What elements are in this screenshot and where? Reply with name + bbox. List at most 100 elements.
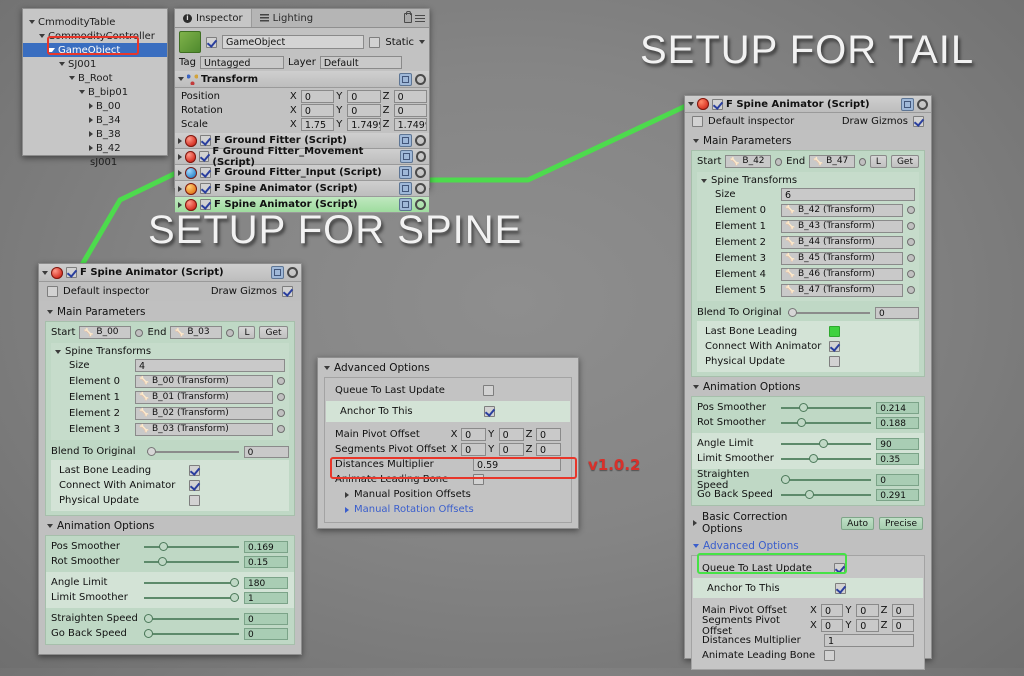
manual-rotation-offsets-foldout[interactable]: Manual Rotation Offsets: [335, 502, 561, 517]
layer-dropdown[interactable]: Default: [319, 56, 402, 69]
slider-row[interactable]: Pos Smoother 0.214: [697, 400, 919, 415]
static-dropdown-icon[interactable]: [419, 40, 425, 44]
toggle-checkbox[interactable]: [829, 356, 840, 367]
element-row[interactable]: Element 3 🦴 B_03 (Transform): [55, 421, 285, 437]
main-parameters-foldout[interactable]: Main Parameters: [691, 132, 925, 150]
toggle-row[interactable]: Physical Update: [705, 354, 911, 369]
size-field[interactable]: 4: [135, 358, 285, 372]
transform-fields[interactable]: Position X 0 Y 0 Z 0 Rotation X 0 Y 0 Z …: [175, 88, 429, 133]
element-field[interactable]: 🦴 B_00 (Transform): [135, 374, 273, 388]
blend-slider[interactable]: [146, 446, 239, 457]
transform-field-x[interactable]: 0: [300, 103, 335, 117]
slider-row[interactable]: Limit Smoother 0.35: [697, 451, 919, 466]
spine-inspector-toggle-row[interactable]: Default inspector Draw Gizmos: [39, 282, 301, 301]
slider-value-field[interactable]: 0.188: [876, 416, 919, 429]
slider-value-field[interactable]: 0.291: [876, 488, 919, 501]
spine-transforms-group[interactable]: Spine Transforms Size 6 Element 0 🦴 B_42…: [697, 172, 919, 301]
tab-inspector[interactable]: i Inspector: [175, 9, 252, 27]
anchor-row-group[interactable]: Anchor To This: [326, 401, 570, 422]
element-field[interactable]: 🦴 B_02 (Transform): [135, 406, 273, 420]
component-foldout-icon[interactable]: [178, 153, 182, 160]
hierarchy-item[interactable]: SJ001: [23, 57, 167, 71]
slider-row[interactable]: Angle Limit 90: [697, 436, 919, 451]
toggle-checkbox[interactable]: [189, 480, 200, 491]
animation-options-foldout-icon[interactable]: [47, 524, 53, 528]
slider-value-field[interactable]: 0: [876, 473, 919, 486]
spine-transforms-foldout[interactable]: Spine Transforms: [55, 346, 285, 357]
component-foldout-icon[interactable]: [178, 201, 182, 208]
l-button[interactable]: L: [869, 155, 887, 168]
slider-track[interactable]: [781, 438, 872, 449]
hierarchy-item[interactable]: B_00: [23, 99, 167, 113]
l-button[interactable]: L: [238, 326, 256, 339]
slider-row[interactable]: Angle Limit 180: [51, 575, 289, 590]
vector3-field-z[interactable]: 0: [536, 428, 562, 441]
manual-position-foldout-icon[interactable]: [345, 491, 349, 498]
slider-track[interactable]: [781, 402, 872, 413]
gear-icon[interactable]: [917, 98, 928, 110]
tail-panel-body[interactable]: Main Parameters Start 🦴 B_42 End 🦴 B_47 …: [685, 130, 931, 676]
component-preset-icon[interactable]: [399, 182, 412, 195]
toggle-checkbox[interactable]: [829, 341, 840, 352]
static-checkbox[interactable]: [369, 36, 381, 48]
spine-enabled-checkbox[interactable]: [66, 267, 77, 278]
slider-row[interactable]: Straighten Speed 0: [697, 469, 919, 491]
element-picker-icon[interactable]: [907, 206, 915, 214]
element-row[interactable]: Element 0 🦴 B_42 (Transform): [701, 202, 915, 218]
transform-row[interactable]: Scale X 1.75 Y 1.749999 Z 1.749999: [177, 117, 427, 131]
end-picker-icon[interactable]: [858, 157, 866, 166]
tail-draw-gizmos-checkbox[interactable]: [913, 116, 924, 127]
tail-anchor-group[interactable]: Anchor To This: [693, 578, 923, 598]
component-preset-icon[interactable]: [400, 150, 413, 163]
animation-options-group[interactable]: Pos Smoother 0.214 Rot Smoother 0.188 An…: [691, 396, 925, 506]
toggle-row[interactable]: Last Bone Leading: [59, 463, 281, 478]
spine-default-inspector-checkbox[interactable]: [47, 286, 58, 297]
slider-track[interactable]: [144, 592, 239, 603]
gear-icon[interactable]: [415, 73, 426, 85]
advanced-options-foldout[interactable]: Advanced Options: [318, 358, 578, 377]
hierarchy-item[interactable]: B_bip01: [23, 85, 167, 99]
vector3-row[interactable]: Segments Pivot Offset X 0 Y 0 Z 0: [335, 442, 562, 457]
hierarchy-list[interactable]: CmmodityTable CommodityController GameOb…: [23, 15, 167, 169]
gear-icon[interactable]: [415, 183, 426, 194]
size-row[interactable]: Size 4: [55, 357, 285, 373]
main-parameters-foldout-icon[interactable]: [47, 310, 53, 314]
element-picker-icon[interactable]: [277, 393, 285, 401]
hierarchy-foldout-icon[interactable]: [59, 62, 65, 66]
toggles-group[interactable]: Last Bone Leading Connect With Animator …: [51, 460, 289, 511]
element-picker-icon[interactable]: [907, 254, 915, 262]
element-picker-icon[interactable]: [907, 222, 915, 230]
precise-button[interactable]: Precise: [879, 516, 923, 530]
animation-options-foldout[interactable]: Animation Options: [45, 516, 295, 535]
vector3-field-x[interactable]: 0: [461, 428, 487, 441]
inspector-lock-menu[interactable]: [404, 9, 429, 27]
slider-track[interactable]: [781, 417, 872, 428]
slider-value-field[interactable]: 0: [244, 627, 288, 640]
slider-value-field[interactable]: 0.214: [876, 401, 919, 414]
slider-track[interactable]: [144, 577, 239, 588]
hierarchy-foldout-icon[interactable]: [39, 34, 45, 38]
tail-advanced-body[interactable]: Queue To Last Update Anchor To This Main…: [691, 555, 925, 670]
end-field[interactable]: 🦴 B_47: [809, 155, 855, 168]
tab-lighting[interactable]: Lighting: [252, 9, 321, 27]
element-row[interactable]: Element 3 🦴 B_45 (Transform): [701, 250, 915, 266]
end-picker-icon[interactable]: [226, 328, 235, 337]
spine-panel-body[interactable]: Main Parameters Start 🦴 B_00 End 🦴 B_03 …: [39, 301, 301, 651]
advanced-options-panel[interactable]: Advanced Options Queue To Last Update An…: [317, 357, 579, 529]
transform-field-x[interactable]: 1.75: [300, 117, 335, 131]
main-parameters-foldout-icon[interactable]: [693, 139, 699, 143]
spine-transforms-foldout[interactable]: Spine Transforms: [701, 175, 915, 186]
start-picker-icon[interactable]: [135, 328, 144, 337]
element-row[interactable]: Element 2 🦴 B_02 (Transform): [55, 405, 285, 421]
toggle-row[interactable]: Connect With Animator: [705, 339, 911, 354]
component-foldout-icon[interactable]: [178, 169, 182, 176]
transform-row[interactable]: Rotation X 0 Y 0 Z 0: [177, 103, 427, 117]
toggle-row[interactable]: Last Bone Leading: [705, 324, 911, 339]
component-list[interactable]: F Ground Fitter (Script) F Ground Fitter…: [175, 133, 429, 213]
hierarchy-item[interactable]: B_38: [23, 127, 167, 141]
slider-row[interactable]: Go Back Speed 0: [51, 626, 289, 641]
slider-track[interactable]: [144, 628, 239, 639]
smoother-sliders[interactable]: Pos Smoother 0.169 Rot Smoother 0.15: [51, 539, 289, 569]
spine-foldout-icon[interactable]: [42, 270, 48, 275]
vector3-field-x[interactable]: 0: [820, 604, 844, 617]
